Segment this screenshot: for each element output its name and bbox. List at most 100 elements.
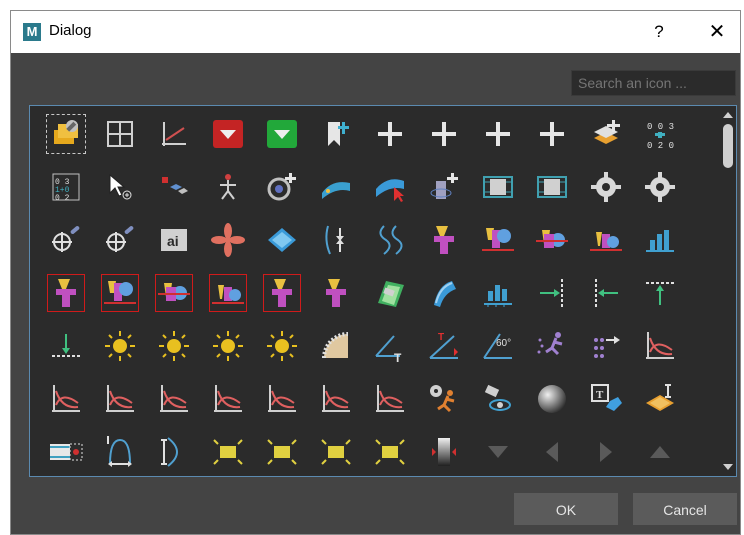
ai-icon[interactable]: ai [153, 219, 195, 261]
gradient-bar-icon[interactable] [423, 431, 465, 473]
triangle-down-icon[interactable] [477, 431, 519, 473]
shapes-stack-icon[interactable] [261, 272, 303, 314]
curve-graph-icon[interactable] [369, 378, 411, 420]
cancel-button[interactable]: Cancel [633, 493, 737, 525]
red-down-button-icon[interactable] [207, 113, 249, 155]
shapes-stack-icon[interactable] [45, 272, 87, 314]
crosshair-link-icon[interactable] [99, 219, 141, 261]
film-strip-icon[interactable] [477, 166, 519, 208]
scroll-up-icon[interactable] [723, 112, 733, 118]
triangle-up-icon[interactable] [639, 431, 681, 473]
curve-graph-icon[interactable] [45, 378, 87, 420]
plus-icon[interactable] [531, 113, 573, 155]
camera-rotate-icon[interactable] [477, 378, 519, 420]
crosshair-link-icon[interactable] [45, 219, 87, 261]
shapes-floor-icon[interactable] [585, 219, 627, 261]
surface-bend-icon[interactable] [423, 272, 465, 314]
sphere-icon[interactable] [531, 378, 573, 420]
align-top-icon[interactable] [639, 272, 681, 314]
close-button[interactable]: ✕ [703, 18, 731, 46]
gear-runner-icon[interactable] [423, 378, 465, 420]
vertical-scrollbar[interactable] [720, 106, 736, 476]
green-down-button-icon[interactable] [261, 113, 303, 155]
bookmark-plus-icon[interactable] [315, 113, 357, 155]
matrix-add-icon[interactable]: 0 3 1+0 0 2 [45, 166, 87, 208]
gear-icon[interactable] [639, 166, 681, 208]
sun-icon[interactable] [153, 325, 195, 367]
disc-add-icon[interactable] [261, 166, 303, 208]
arc-measure-icon[interactable] [153, 431, 195, 473]
triangle-left-icon[interactable] [531, 431, 573, 473]
search-input[interactable] [571, 70, 736, 96]
scroll-thumb[interactable] [723, 124, 733, 168]
scroll-down-icon[interactable] [723, 464, 733, 470]
cursor-plus-icon[interactable] [99, 166, 141, 208]
film-strip-icon[interactable] [531, 166, 573, 208]
help-button[interactable]: ? [645, 18, 673, 46]
run-particles-icon[interactable] [531, 325, 573, 367]
plus-icon[interactable] [369, 113, 411, 155]
axis-line-icon[interactable] [153, 113, 195, 155]
cubes-link-icon[interactable] [153, 166, 195, 208]
bracket-rect-icon[interactable] [261, 431, 303, 473]
shapes-cut-icon[interactable] [153, 272, 195, 314]
curve-graph-icon[interactable] [315, 378, 357, 420]
bracket-rect-icon[interactable] [207, 431, 249, 473]
grid-square-icon[interactable] [99, 113, 141, 155]
angle-marker-icon[interactable]: T [423, 325, 465, 367]
plane-cursor-icon[interactable] [639, 378, 681, 420]
matrix-small-icon[interactable]: 0 0 3 0 2 0 [639, 113, 681, 155]
sun-icon[interactable] [99, 325, 141, 367]
fan-icon[interactable] [207, 219, 249, 261]
align-bottom-icon[interactable] [45, 325, 87, 367]
move-particles-icon[interactable] [585, 325, 627, 367]
curve-graph-icon[interactable] [207, 378, 249, 420]
surface-cursor-icon[interactable] [369, 166, 411, 208]
layers-plus-icon[interactable] [585, 113, 627, 155]
angle-60-icon[interactable]: 60° [477, 325, 519, 367]
surface-warp-icon[interactable] [369, 272, 411, 314]
icon-grid: 0 0 3 0 2 0 0 3 1+0 0 2 ai T T 60° T [30, 106, 720, 476]
triangle-right-icon[interactable] [585, 431, 627, 473]
curve-graph-icon[interactable] [153, 378, 195, 420]
svg-text:0 0 3: 0 0 3 [647, 122, 674, 132]
app-logo: M [23, 23, 41, 41]
ok-button[interactable]: OK [514, 493, 618, 525]
bar-chart-icon[interactable] [639, 219, 681, 261]
align-left-icon[interactable] [585, 272, 627, 314]
shapes-stack-icon[interactable] [423, 219, 465, 261]
diamond-plane-icon[interactable] [261, 219, 303, 261]
shapes-line-icon[interactable] [99, 272, 141, 314]
align-right-icon[interactable] [531, 272, 573, 314]
curve-graph-icon[interactable] [639, 325, 681, 367]
saw-blade-icon[interactable] [315, 325, 357, 367]
svg-text:60°: 60° [496, 338, 511, 349]
sun-icon[interactable] [207, 325, 249, 367]
plus-icon[interactable] [423, 113, 465, 155]
svg-text:T: T [438, 332, 444, 343]
shapes-line-icon[interactable] [477, 219, 519, 261]
skeleton-icon[interactable] [207, 166, 249, 208]
text-cube-icon[interactable]: T [585, 378, 627, 420]
bracket-rect-icon[interactable] [315, 431, 357, 473]
bar-ruler-icon[interactable] [477, 272, 519, 314]
tower-add-icon[interactable] [423, 166, 465, 208]
icon-grid-panel: 0 0 3 0 2 0 0 3 1+0 0 2 ai T T 60° T [29, 105, 737, 477]
surface-point-icon[interactable] [315, 166, 357, 208]
sun-icon[interactable] [261, 325, 303, 367]
gear-icon[interactable] [585, 166, 627, 208]
painting-icon[interactable] [45, 113, 87, 155]
shapes-cut-icon[interactable] [531, 219, 573, 261]
bracket-rect-icon[interactable] [369, 431, 411, 473]
arc-span-icon[interactable] [99, 431, 141, 473]
flow-arrows-icon[interactable] [315, 219, 357, 261]
curve-graph-icon[interactable] [261, 378, 303, 420]
film-marquee-icon[interactable] [45, 431, 87, 473]
svg-text:0 2 0: 0 2 0 [647, 141, 674, 151]
angle-text-icon[interactable]: T [369, 325, 411, 367]
shapes-floor-icon[interactable] [207, 272, 249, 314]
curve-graph-icon[interactable] [99, 378, 141, 420]
shapes-stack-icon[interactable] [315, 272, 357, 314]
curve-wave-icon[interactable] [369, 219, 411, 261]
plus-icon[interactable] [477, 113, 519, 155]
